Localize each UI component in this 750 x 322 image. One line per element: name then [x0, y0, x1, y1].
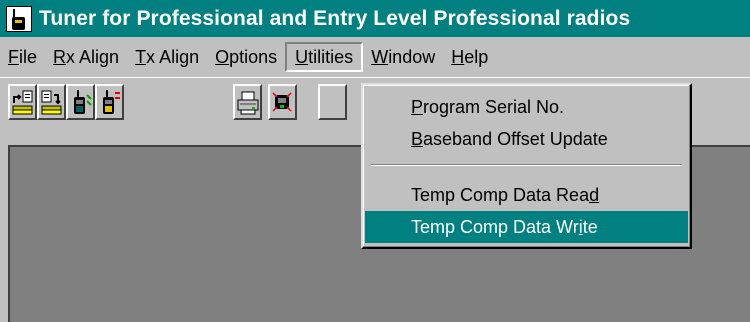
radio-transmit-icon	[103, 90, 120, 114]
menu-utilities[interactable]: Utilities	[285, 42, 364, 72]
menu-help[interactable]: Help	[443, 42, 496, 72]
menu-separator	[371, 164, 682, 166]
connect-button[interactable]	[268, 84, 297, 120]
radio-receive-icon	[74, 90, 92, 114]
menu-options[interactable]: Options	[207, 42, 285, 72]
menu-item-program-serial-no[interactable]: Program Serial No.	[365, 91, 688, 123]
menu-item-temp-comp-data-write[interactable]: Temp Comp Data Write	[365, 211, 688, 243]
tx-radio-button[interactable]	[95, 84, 124, 120]
left-frame	[0, 143, 8, 322]
save-button[interactable]	[37, 84, 66, 120]
utilities-menu: Program Serial No. Baseband Offset Updat…	[361, 83, 692, 249]
folder-open-icon	[12, 90, 33, 115]
window-title: Tuner for Professional and Entry Level P…	[39, 6, 631, 30]
menu-rx-align[interactable]: Rx Align	[45, 42, 127, 72]
menu-bar: File Rx Align Tx Align Options Utilities…	[0, 37, 750, 77]
title-bar[interactable]: Tuner for Professional and Entry Level P…	[0, 0, 750, 37]
menu-item-temp-comp-data-read[interactable]: Temp Comp Data Read	[365, 179, 688, 211]
menu-item-baseband-offset-update[interactable]: Baseband Offset Update	[365, 123, 688, 155]
open-button[interactable]	[8, 84, 37, 120]
radio-icon[interactable]	[6, 5, 32, 32]
toolbar-button-7[interactable]	[318, 84, 347, 120]
menu-file[interactable]: File	[0, 42, 45, 72]
menu-window[interactable]: Window	[363, 42, 443, 72]
rx-radio-button[interactable]	[66, 84, 95, 120]
app-window: Tuner for Professional and Entry Level P…	[0, 0, 750, 322]
print-button[interactable]	[233, 84, 262, 120]
radio-connect-icon	[272, 92, 292, 112]
printer-icon	[237, 91, 259, 115]
folder-save-icon	[41, 90, 62, 115]
menu-tx-align[interactable]: Tx Align	[127, 42, 207, 72]
